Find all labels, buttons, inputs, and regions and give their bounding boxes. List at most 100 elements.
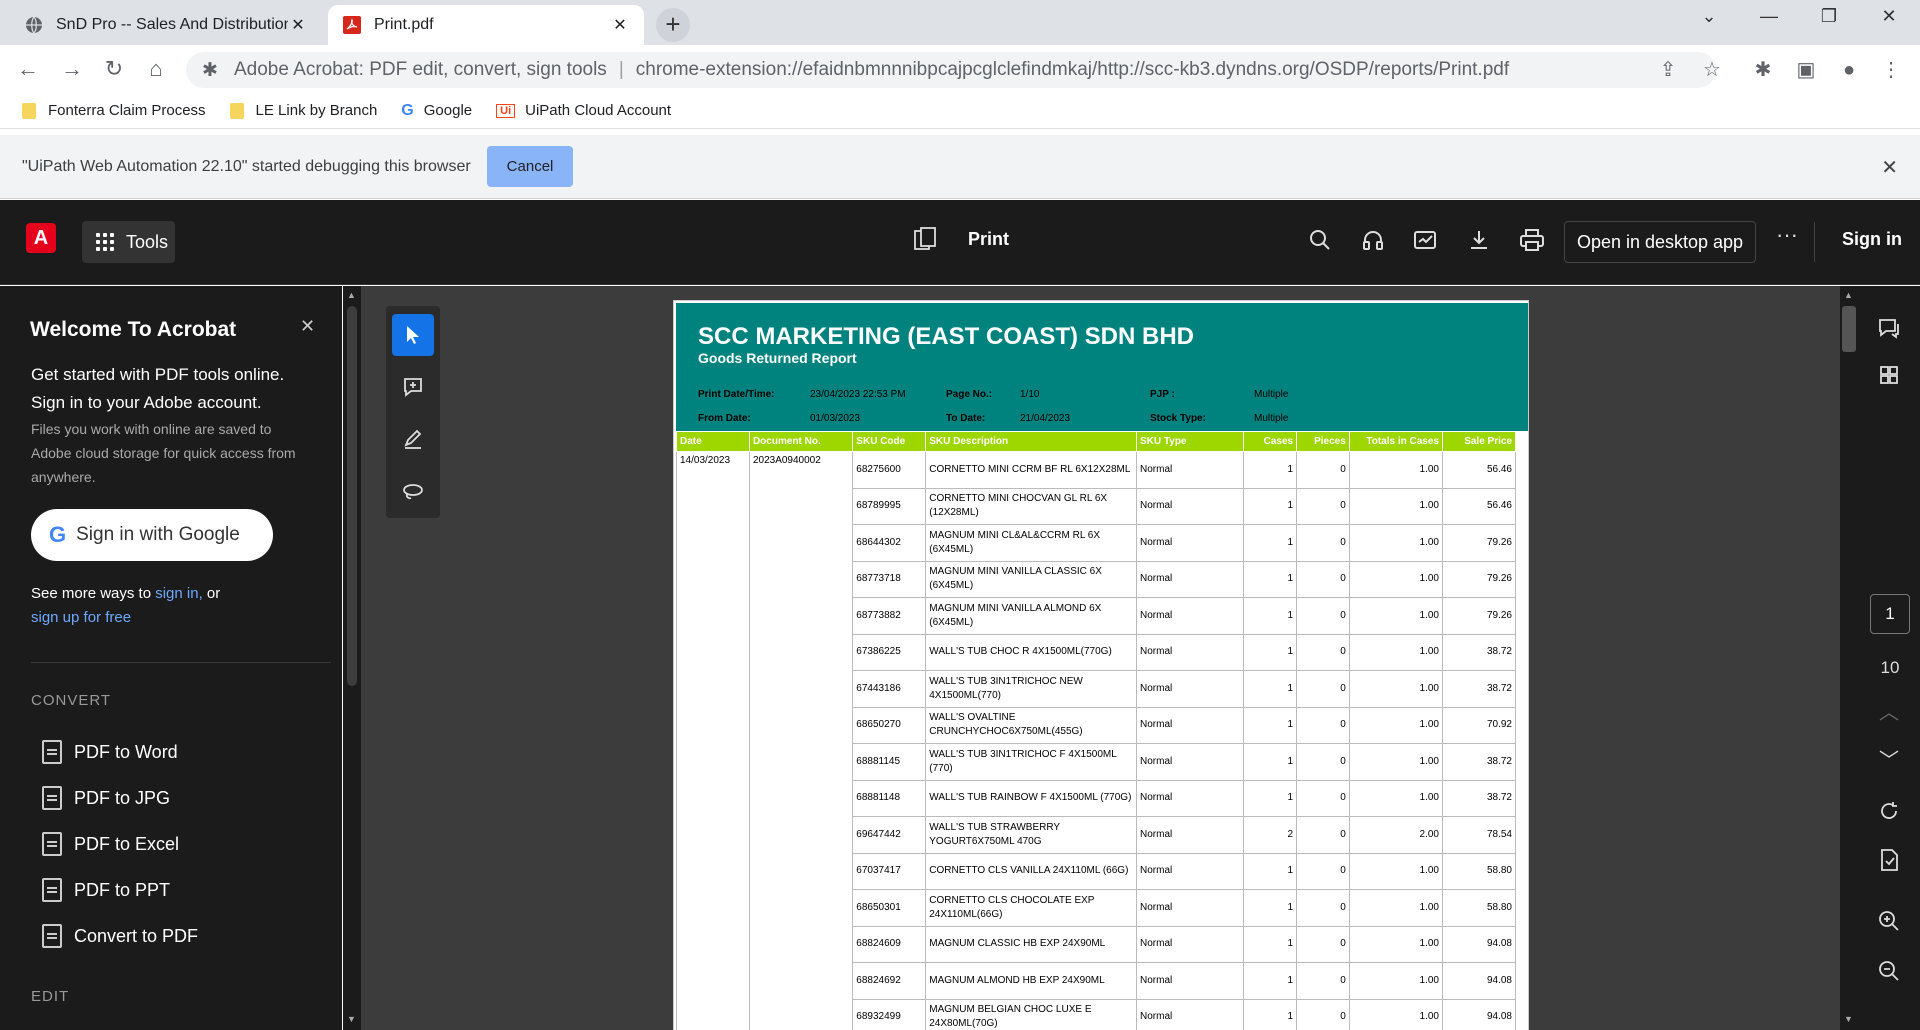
scrollbar-thumb[interactable] (1842, 306, 1856, 352)
tab-print-pdf[interactable]: Print.pdf ✕ (328, 5, 644, 45)
sku-code-cell: 68773718 (852, 560, 927, 598)
bookmark-le-link[interactable]: LE Link by Branch (229, 102, 377, 119)
bookmark-star-icon[interactable]: ☆ (1697, 55, 1727, 85)
sign-in-with-google-button[interactable]: G Sign in with Google (31, 509, 273, 561)
restore-icon[interactable]: ❐ (1809, 6, 1849, 27)
acrobat-logo-icon[interactable]: A (26, 223, 56, 253)
back-icon[interactable]: ← (12, 53, 44, 85)
date-cell (676, 743, 750, 780)
address-bar[interactable]: ✱ Adobe Acrobat: PDF edit, convert, sign… (186, 52, 1716, 88)
pdf-to-excel-item[interactable]: PDF to Excel (42, 832, 179, 856)
browser-window: SnD Pro -- Sales And Distribution ✕ Prin… (0, 0, 1920, 1030)
bookmark-google[interactable]: G Google (401, 102, 472, 120)
column-header: Totals in Cases (1348, 431, 1444, 452)
reload-icon[interactable]: ↻ (98, 53, 130, 85)
date-cell (676, 597, 750, 634)
select-tool-icon[interactable] (392, 314, 434, 356)
close-tab-icon[interactable]: ✕ (288, 15, 308, 35)
home-icon[interactable]: ⌂ (140, 53, 172, 85)
open-in-desktop-app-button[interactable]: Open in desktop app (1564, 221, 1756, 263)
document-scrollbar[interactable]: ▲ ▼ (1840, 286, 1858, 1030)
scrollbar-thumb[interactable] (347, 306, 357, 686)
pdf-to-jpg-item[interactable]: PDF to JPG (42, 786, 170, 810)
draw-tool-icon[interactable] (392, 418, 434, 460)
scroll-up-icon[interactable]: ▲ (1844, 290, 1853, 300)
goods-returned-table: Date Document No. SKU Code SKU Descripti… (676, 431, 1516, 1030)
pdf-to-ppt-item[interactable]: PDF to PPT (42, 878, 170, 902)
rotate-icon[interactable] (1874, 800, 1904, 830)
zoom-in-icon[interactable] (1874, 910, 1904, 940)
column-header: SKU Description (925, 431, 1137, 452)
document-properties-icon[interactable] (1874, 848, 1904, 878)
read-aloud-icon[interactable] (1359, 228, 1387, 256)
fill-sign-icon[interactable] (1412, 228, 1440, 256)
panel-scrollbar[interactable]: ▲ ▼ (343, 286, 361, 1030)
sku-type-cell: Normal (1135, 633, 1245, 671)
stock-type-value: Multiple (1254, 413, 1289, 424)
thumbnails-icon[interactable] (1874, 364, 1904, 394)
site-name: Adobe Acrobat: PDF edit, convert, sign t… (234, 59, 607, 80)
new-tab-button[interactable]: + (656, 8, 690, 42)
tab-snd-pro[interactable]: SnD Pro -- Sales And Distribution ✕ (10, 5, 322, 45)
bookmark-uipath[interactable]: Ui UiPath Cloud Account (496, 102, 671, 119)
side-panel-icon[interactable]: ▣ (1791, 55, 1821, 85)
folder-icon (22, 102, 36, 119)
scroll-down-icon[interactable]: ▼ (347, 1014, 356, 1024)
file-convert-icon (42, 832, 62, 856)
scroll-up-icon[interactable]: ▲ (347, 290, 356, 300)
bookmark-fonterra[interactable]: Fonterra Claim Process (22, 102, 206, 119)
close-tab-icon[interactable]: ✕ (610, 15, 630, 35)
pdf-page: SCC MARKETING (EAST COAST) SDN BHD Goods… (673, 300, 1529, 1030)
sku-code-cell: 68881148 (852, 779, 927, 817)
pieces-cell: 0 (1296, 560, 1350, 598)
divider (31, 662, 331, 663)
tab-title: SnD Pro -- Sales And Distribution (56, 16, 288, 33)
more-options-icon[interactable]: ··· (1776, 222, 1798, 248)
tools-button[interactable]: Tools (82, 221, 175, 263)
add-comment-icon[interactable] (392, 366, 434, 408)
acrobat-toolbar: A Tools Print Open in desktop app ··· Si… (0, 200, 1920, 285)
totals-in-cases-cell: 1.00 (1348, 487, 1444, 525)
sign-in-link[interactable]: sign in, (155, 585, 203, 602)
comments-icon[interactable] (1874, 316, 1904, 346)
pieces-cell: 0 (1296, 597, 1350, 635)
previous-page-icon[interactable]: ︿ (1874, 698, 1904, 728)
next-page-icon[interactable]: ﹀ (1874, 746, 1904, 776)
search-icon[interactable] (1306, 228, 1334, 256)
extensions-icon[interactable]: ✱ (1748, 55, 1778, 85)
file-image-icon (42, 786, 62, 810)
tab-search-icon[interactable]: ⌄ (1689, 6, 1729, 27)
forward-icon[interactable]: → (56, 53, 88, 85)
date-cell (676, 889, 750, 926)
scroll-down-icon[interactable]: ▼ (1844, 1014, 1853, 1024)
date-cell (676, 670, 750, 707)
to-date-value: 21/04/2023 (1020, 413, 1071, 424)
tab-title: Print.pdf (374, 16, 434, 33)
column-header: Pieces (1296, 431, 1350, 452)
pages-panel-icon[interactable] (912, 226, 938, 252)
close-infobar-icon[interactable]: ✕ (1881, 155, 1898, 180)
sku-type-cell: Normal (1135, 743, 1245, 781)
share-icon[interactable]: ⇪ (1653, 55, 1683, 85)
close-panel-icon[interactable]: ✕ (300, 316, 315, 337)
sku-description-cell: MAGNUM MINI CL&AL&CCRM RL 6X (6X45ML) (925, 524, 1137, 562)
pdf-to-word-item[interactable]: PDF to Word (42, 740, 178, 764)
download-icon[interactable] (1465, 228, 1493, 256)
date-cell (676, 780, 750, 817)
convert-to-pdf-item[interactable]: Convert to PDF (42, 924, 198, 948)
sign-up-link[interactable]: sign up for free (31, 609, 131, 626)
zoom-out-icon[interactable] (1874, 960, 1904, 990)
cancel-debugging-button[interactable]: Cancel (486, 146, 574, 187)
profile-avatar-icon[interactable]: ● (1834, 55, 1864, 85)
minimize-icon[interactable]: — (1749, 6, 1789, 27)
sign-in-button[interactable]: Sign in (1842, 229, 1902, 250)
print-icon[interactable] (1518, 228, 1546, 256)
lasso-tool-icon[interactable] (392, 470, 434, 512)
chrome-menu-icon[interactable]: ⋮ (1876, 55, 1906, 85)
document-no-cell (748, 816, 854, 853)
sale-price-cell: 38.72 (1442, 779, 1516, 817)
cases-cell: 1 (1243, 889, 1298, 927)
close-window-icon[interactable]: ✕ (1869, 6, 1909, 27)
edit-heading: EDIT (31, 988, 70, 1005)
current-page-input[interactable]: 1 (1870, 594, 1910, 634)
